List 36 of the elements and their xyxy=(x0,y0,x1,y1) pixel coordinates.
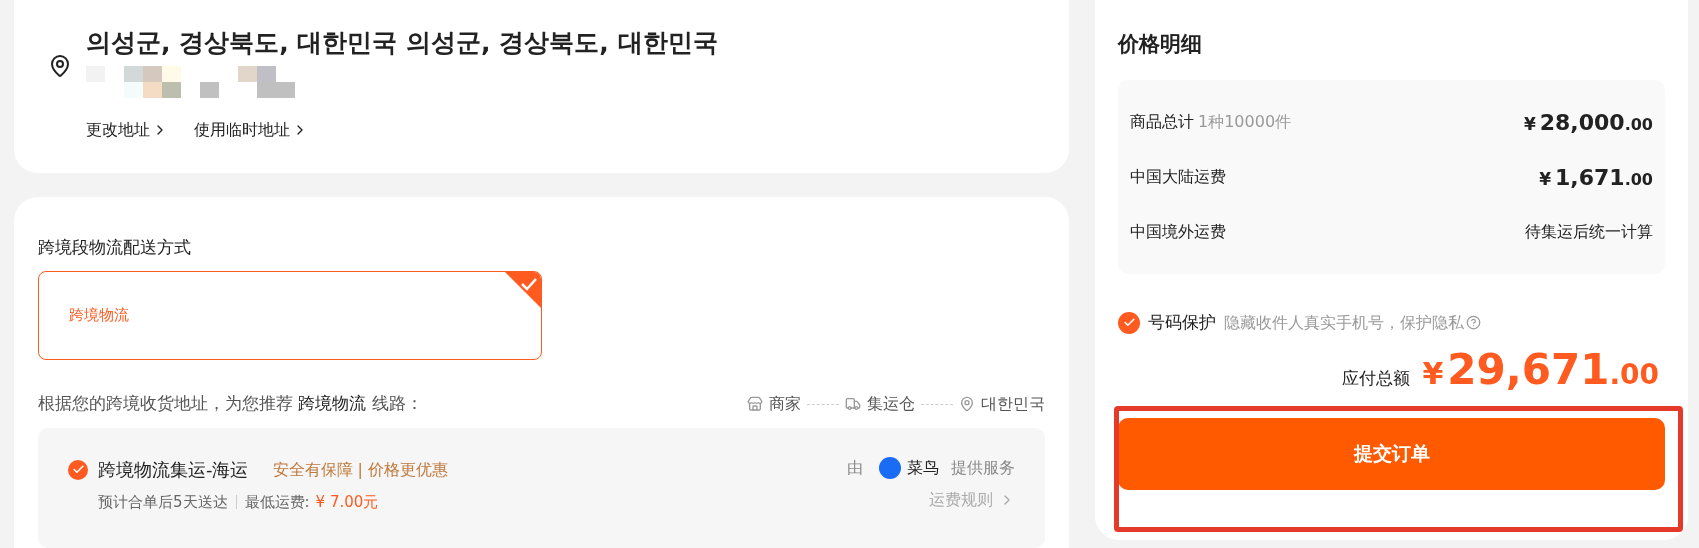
total-label: 应付总额 xyxy=(1342,366,1411,390)
route-eta: 预计合单后5天送达 xyxy=(98,492,228,513)
price-label: 商品总计 xyxy=(1130,111,1194,133)
protect-label: 号码保护 xyxy=(1148,311,1216,334)
provider-name: 菜鸟 xyxy=(907,457,939,479)
provider-suffix: 提供服务 xyxy=(951,457,1015,479)
price-amount: ¥ 28,000.00 xyxy=(1523,108,1653,137)
address-link[interactable]: 更改地址 xyxy=(86,118,168,142)
route-min-label: 最低运费: xyxy=(244,492,310,513)
route-step: 集运仓 xyxy=(867,392,915,416)
truck-icon xyxy=(845,396,861,412)
route-title: 跨境物流集运-海运 xyxy=(98,458,249,482)
help-icon[interactable] xyxy=(1466,315,1481,331)
protect-hint: 隐藏收件人真实手机号，保护隐私 xyxy=(1224,311,1464,334)
route-step: 商家 xyxy=(769,392,801,416)
section-heading: 跨境段物流配送方式 xyxy=(38,236,192,259)
address-title: 의성군, 경상북도, 대한민국 의성군, 경상북도, 대한민국 xyxy=(86,27,718,59)
location-pin-icon xyxy=(48,54,72,78)
address-link[interactable]: 使用临时地址 xyxy=(194,118,308,142)
provider-prefix: 由 xyxy=(847,457,863,479)
route-card[interactable]: 跨境物流集运-海运 安全有保障 | 价格更优惠 预计合单后5天送达 最低运费: ¥ 7.00元 由 菜鸟 提供服务 运费规则 xyxy=(38,428,1045,548)
provider-logo-icon xyxy=(879,457,901,479)
price-amount: ¥ 1,671.00 xyxy=(1539,163,1653,192)
panel-title: 价格明细 xyxy=(1118,31,1203,58)
price-note: 1种10000件 xyxy=(1198,111,1292,133)
total-amount: ¥29,671.00 xyxy=(1422,345,1659,396)
selected-corner-icon xyxy=(505,272,541,308)
price-label: 中国大陆运费 xyxy=(1130,166,1226,188)
route-min-price: ¥ 7.00元 xyxy=(315,492,379,513)
price-value: 待集运后统一计算 xyxy=(1525,221,1653,243)
store-icon xyxy=(747,396,763,412)
location-pin-icon xyxy=(959,396,975,412)
route-step: 대한민국 xyxy=(981,392,1045,416)
price-label: 中国境外运费 xyxy=(1130,221,1226,243)
route-tag: 安全有保障 | 价格更优惠 xyxy=(272,457,449,482)
recommendation-text: 根据您的跨境收货地址，为您推荐 跨境物流 线路： xyxy=(38,392,423,416)
